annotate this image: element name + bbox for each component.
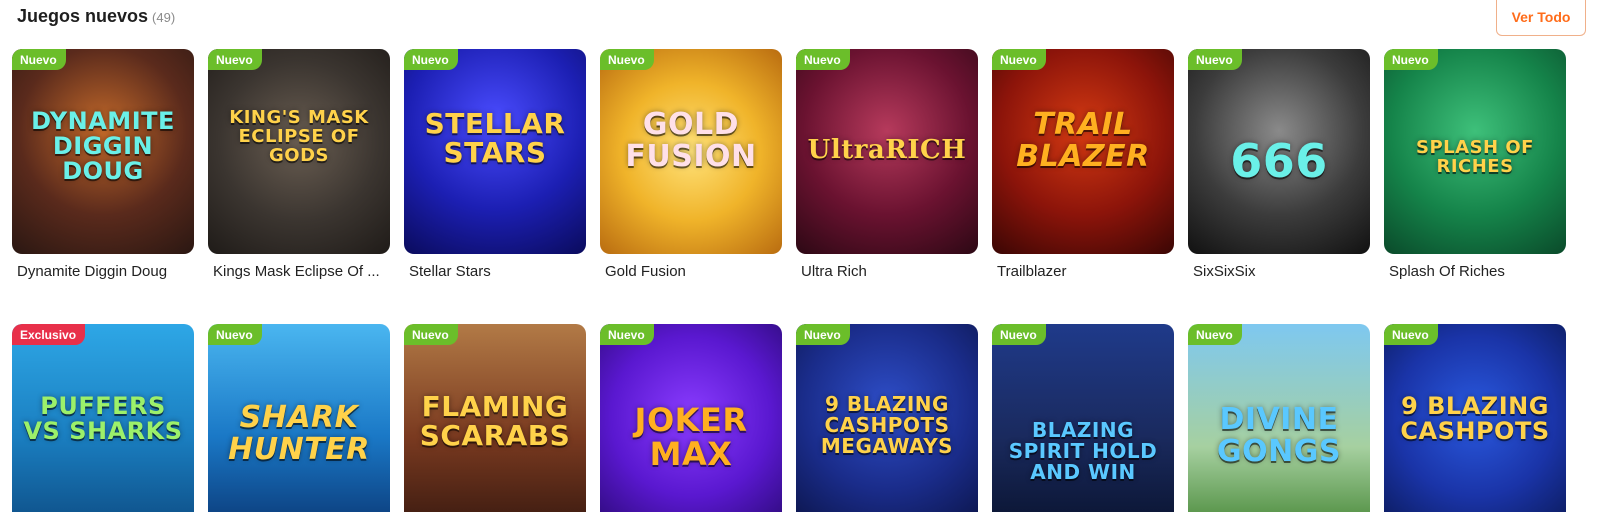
game-card-splash-of-riches[interactable]: SPLASH OF RICHES Nuevo Splash Of Riches [1384, 49, 1566, 280]
new-badge: Nuevo [12, 49, 66, 70]
game-thumbnail[interactable]: UltraRICH Nuevo [796, 49, 978, 254]
game-title[interactable]: Trailblazer [992, 263, 1174, 280]
game-card-9-blazing-cashpots-megaways[interactable]: 9 BLAZING CASHPOTS MEGAWAYS Nuevo [796, 324, 978, 512]
game-thumbnail[interactable]: STELLAR STARS Nuevo [404, 49, 586, 254]
new-badge: Nuevo [992, 49, 1046, 70]
new-badge: Nuevo [796, 324, 850, 345]
game-thumbnail[interactable]: KING'S MASK ECLIPSE OF GODS Nuevo [208, 49, 390, 254]
game-thumbnail[interactable]: FLAMING SCARABS Nuevo [404, 324, 586, 512]
game-title[interactable]: SixSixSix [1188, 263, 1370, 280]
game-logo: STELLAR STARS [424, 107, 566, 170]
game-logo: 9 BLAZING CASHPOTS MEGAWAYS [820, 392, 954, 458]
game-card-9-blazing-cashpots[interactable]: 9 BLAZING CASHPOTS Nuevo [1384, 324, 1566, 512]
new-badge: Nuevo [208, 324, 262, 345]
game-logo: GOLD FUSION [625, 107, 757, 174]
new-badge: Nuevo [1188, 49, 1242, 70]
game-thumbnail[interactable]: PUFFERS VS SHARKS Exclusivo [12, 324, 194, 512]
game-logo: PUFFERS VS SHARKS [23, 392, 183, 446]
game-thumbnail[interactable]: SPLASH OF RICHES Nuevo [1384, 49, 1566, 254]
game-card-stellar-stars[interactable]: STELLAR STARS Nuevo Stellar Stars [404, 49, 586, 280]
game-logo: FLAMING SCARABS [419, 390, 571, 453]
new-badge: Nuevo [796, 49, 850, 70]
game-logo: 9 BLAZING CASHPOTS [1400, 392, 1550, 446]
new-badge: Nuevo [600, 49, 654, 70]
game-logo: KING'S MASK ECLIPSE OF GODS [229, 107, 369, 166]
game-thumbnail[interactable]: SHARK HUNTER Nuevo [208, 324, 390, 512]
game-card-ultra-rich[interactable]: UltraRICH Nuevo Ultra Rich [796, 49, 978, 280]
games-grid: DYNAMITE DIGGIN DOUG Nuevo Dynamite Digg… [12, 49, 1588, 512]
new-badge: Nuevo [992, 324, 1046, 345]
game-title[interactable]: Dynamite Diggin Doug [12, 263, 194, 280]
game-card-flaming-scarabs[interactable]: FLAMING SCARABS Nuevo [404, 324, 586, 512]
game-title[interactable]: Splash Of Riches [1384, 263, 1566, 280]
game-title[interactable]: Stellar Stars [404, 263, 586, 280]
game-title[interactable]: Ultra Rich [796, 263, 978, 280]
game-card-shark-hunter[interactable]: SHARK HUNTER Nuevo [208, 324, 390, 512]
game-logo: SHARK HUNTER [228, 400, 370, 467]
game-card-joker-max[interactable]: JOKER MAX Nuevo [600, 324, 782, 512]
game-card-dynamite-diggin-doug[interactable]: DYNAMITE DIGGIN DOUG Nuevo Dynamite Digg… [12, 49, 194, 280]
game-card-sixsixsix[interactable]: 666 Nuevo SixSixSix [1188, 49, 1370, 280]
game-thumbnail[interactable]: 9 BLAZING CASHPOTS MEGAWAYS Nuevo [796, 324, 978, 512]
game-card-divine-gongs[interactable]: DIVINE GONGS Nuevo [1188, 324, 1370, 512]
game-card-puffers-vs-sharks[interactable]: PUFFERS VS SHARKS Exclusivo [12, 324, 194, 512]
game-logo: TRAIL BLAZER [1016, 107, 1150, 174]
new-badge: Nuevo [1384, 49, 1438, 70]
exclusive-badge: Exclusivo [12, 324, 86, 345]
games-row: PUFFERS VS SHARKS Exclusivo SHARK HUNTER… [12, 324, 1588, 512]
view-all-button[interactable]: Ver Todo [1496, 0, 1586, 36]
game-thumbnail[interactable]: 666 Nuevo [1188, 49, 1370, 254]
game-logo: UltraRICH [807, 135, 967, 165]
new-badge: Nuevo [1188, 324, 1242, 345]
section-header: Juegos nuevos (49) Ver Todo [17, 0, 1600, 36]
game-card-gold-fusion[interactable]: GOLD FUSION Nuevo Gold Fusion [600, 49, 782, 280]
game-logo: DYNAMITE DIGGIN DOUG [31, 107, 175, 186]
new-badge: Nuevo [208, 49, 262, 70]
game-thumbnail[interactable]: JOKER MAX Nuevo [600, 324, 782, 512]
game-logo: 666 [1230, 134, 1328, 188]
section-title-text: Juegos nuevos [17, 6, 149, 26]
game-logo: BLAZING SPIRIT HOLD AND WIN [1008, 418, 1158, 484]
game-card-blazing-spirit[interactable]: BLAZING SPIRIT HOLD AND WIN Nuevo [992, 324, 1174, 512]
new-badge: Nuevo [600, 324, 654, 345]
games-count: (49) [152, 10, 176, 25]
game-thumbnail[interactable]: DIVINE GONGS Nuevo [1188, 324, 1370, 512]
game-thumbnail[interactable]: TRAIL BLAZER Nuevo [992, 49, 1174, 254]
new-badge: Nuevo [1384, 324, 1438, 345]
game-thumbnail[interactable]: BLAZING SPIRIT HOLD AND WIN Nuevo [992, 324, 1174, 512]
games-row: DYNAMITE DIGGIN DOUG Nuevo Dynamite Digg… [12, 49, 1588, 280]
new-badge: Nuevo [404, 324, 458, 345]
game-logo: DIVINE GONGS [1217, 402, 1341, 469]
section-title: Juegos nuevos (49) [17, 6, 175, 27]
game-logo: SPLASH OF RICHES [1416, 137, 1534, 177]
game-thumbnail[interactable]: 9 BLAZING CASHPOTS Nuevo [1384, 324, 1566, 512]
new-badge: Nuevo [404, 49, 458, 70]
game-title[interactable]: Kings Mask Eclipse Of ... [208, 263, 390, 280]
game-thumbnail[interactable]: GOLD FUSION Nuevo [600, 49, 782, 254]
game-thumbnail[interactable]: DYNAMITE DIGGIN DOUG Nuevo [12, 49, 194, 254]
game-card-trailblazer[interactable]: TRAIL BLAZER Nuevo Trailblazer [992, 49, 1174, 280]
game-logo: JOKER MAX [634, 401, 748, 473]
game-card-kings-mask[interactable]: KING'S MASK ECLIPSE OF GODS Nuevo Kings … [208, 49, 390, 280]
game-title[interactable]: Gold Fusion [600, 263, 782, 280]
new-games-section: Juegos nuevos (49) Ver Todo DYNAMITE DIGG… [0, 0, 1600, 512]
